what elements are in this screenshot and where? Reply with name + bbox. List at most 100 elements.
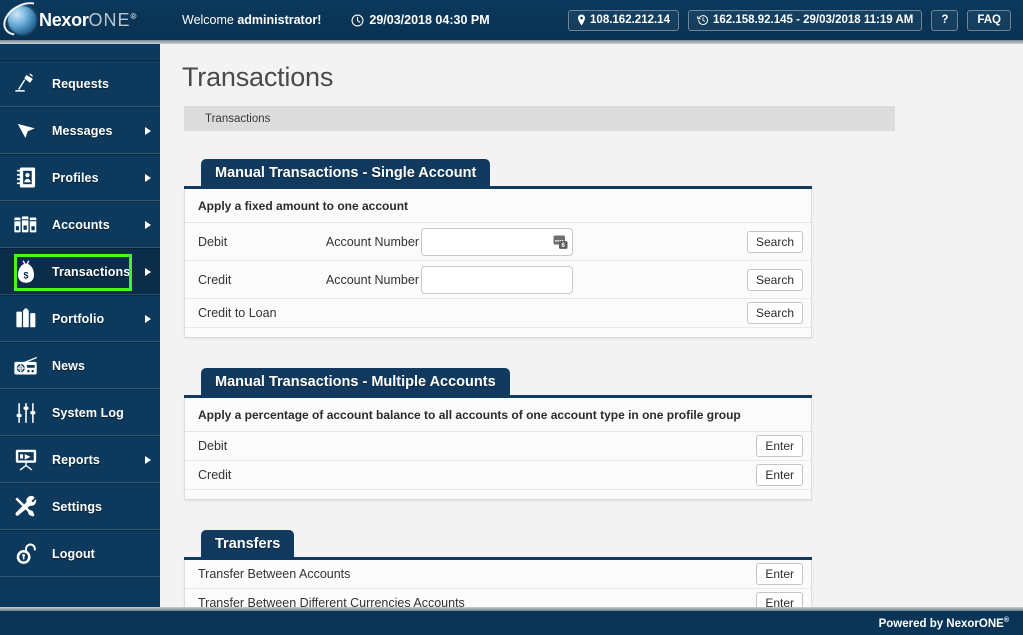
multiple-credit-enter-button[interactable]: Enter: [756, 464, 803, 486]
debit-account-number-wrap: 6: [421, 227, 573, 256]
presentation-icon: [0, 448, 52, 471]
chevron-right-icon: [145, 126, 151, 135]
money-bag-icon: $: [0, 260, 52, 284]
sidebar-navigation: Requests Messages Profiles Accounts $ Tr…: [0, 44, 160, 607]
sidebar-top-gap: [0, 44, 160, 60]
panel-tab-row: Transfers: [184, 530, 812, 557]
table-row: Debit Enter: [185, 432, 811, 461]
sidebar-item-news[interactable]: News: [0, 342, 160, 389]
panel-footer-strip: [185, 490, 811, 499]
panel-footer-strip: [185, 328, 811, 337]
credit-search-button[interactable]: Search: [746, 268, 803, 291]
row-label: Credit: [198, 468, 232, 482]
desk-lamp-icon: [0, 73, 52, 95]
panel-tab-title[interactable]: Manual Transactions - Multiple Accounts: [201, 368, 510, 395]
footer-registered-mark: ®: [1003, 616, 1009, 624]
top-header-bar: NexorONE® Welcome administrator! 29/03/2…: [0, 0, 1023, 40]
sidebar-item-label: Transactions: [52, 264, 131, 279]
datetime-text: 29/03/2018 04:30 PM: [369, 13, 490, 27]
header-status-group: 108.162.212.14 162.158.92.145 - 29/03/20…: [568, 9, 1023, 31]
current-ip-badge[interactable]: 108.162.212.14: [568, 9, 679, 31]
sidebar-item-messages[interactable]: Messages: [0, 107, 160, 154]
panel-caption: Apply a fixed amount to one account: [185, 189, 811, 223]
tools-icon: [0, 495, 52, 518]
sidebar-item-logout[interactable]: Logout: [0, 530, 160, 577]
footer-credit-text: Powered by NexorONE: [878, 617, 1004, 630]
sidebar-item-reports[interactable]: Reports: [0, 436, 160, 483]
radio-icon: [0, 356, 52, 376]
welcome-message: Welcome administrator!: [182, 13, 321, 27]
breadcrumb-item-transactions[interactable]: Transactions: [205, 113, 270, 125]
panel-tab-row: Manual Transactions - Single Account: [184, 159, 812, 186]
sidebar-item-label: Logout: [52, 546, 95, 561]
transfer-between-accounts-enter-button[interactable]: Enter: [756, 563, 803, 585]
sidebar-item-profiles[interactable]: Profiles: [0, 154, 160, 201]
field-label: Account Number: [325, 272, 419, 287]
clock-icon: [351, 14, 364, 27]
sidebar-item-label: Reports: [52, 452, 100, 467]
panel-body: Apply a percentage of account balance to…: [184, 398, 812, 500]
panel-tab-title[interactable]: Transfers: [201, 530, 295, 557]
table-row: Credit Enter: [185, 461, 811, 490]
row-label: Transfer Between Accounts: [198, 567, 351, 581]
sidebar-item-label: Settings: [52, 499, 103, 514]
sidebar-item-label: System Log: [52, 405, 124, 420]
application-window: NexorONE® Welcome administrator! 29/03/2…: [0, 0, 1023, 635]
table-row: Credit Account Number Search: [185, 261, 811, 299]
sidebar-item-accounts[interactable]: Accounts: [0, 201, 160, 248]
sidebar-item-settings[interactable]: Settings: [0, 483, 160, 530]
row-label: Transfer Between Different Currencies Ac…: [198, 596, 465, 607]
current-ip-text: 108.162.212.14: [590, 14, 670, 26]
credit-account-number-wrap: [421, 265, 573, 294]
transfer-different-currencies-enter-button[interactable]: Enter: [756, 592, 803, 607]
faq-button[interactable]: FAQ: [967, 9, 1011, 31]
footer-credit: Powered by NexorONE®: [879, 617, 1009, 630]
cursor-arrow-icon: [0, 120, 52, 142]
breadcrumb: Transactions: [184, 106, 895, 131]
nexorone-logo[interactable]: NexorONE®: [0, 0, 165, 40]
debit-account-number-input[interactable]: [421, 227, 573, 256]
panel-manual-transactions-single-account: Manual Transactions - Single Account App…: [184, 159, 812, 338]
sidebar-item-label: Messages: [52, 123, 113, 138]
last-login-text: 162.158.92.145 - 29/03/2018 11:19 AM: [712, 14, 914, 26]
row-label: Debit: [198, 439, 228, 453]
credit-to-loan-search-button[interactable]: Search: [746, 302, 803, 324]
unlock-icon: [0, 542, 52, 565]
row-label: Debit: [198, 234, 228, 249]
sidebar-item-transactions[interactable]: $ Transactions: [0, 248, 160, 295]
panel-caption: Apply a percentage of account balance to…: [185, 398, 811, 432]
credit-account-number-input[interactable]: [421, 265, 573, 294]
main-content-area: Transactions Transactions Manual Transac…: [160, 44, 1023, 607]
sidebar-item-label: Profiles: [52, 170, 99, 185]
multiple-debit-enter-button[interactable]: Enter: [756, 435, 803, 457]
welcome-prefix: Welcome: [182, 13, 238, 27]
sidebar-item-portfolio[interactable]: Portfolio: [0, 295, 160, 342]
location-pin-icon: [577, 14, 586, 26]
sliders-icon: [0, 402, 52, 424]
welcome-username: administrator!: [237, 13, 322, 27]
sidebar-item-label: Requests: [52, 76, 110, 91]
current-datetime: 29/03/2018 04:30 PM: [351, 13, 490, 27]
help-button[interactable]: ?: [931, 9, 959, 31]
field-label: Account Number: [325, 234, 419, 249]
debit-search-button[interactable]: Search: [746, 230, 803, 253]
binders-icon: [0, 214, 52, 235]
history-clock-icon: [697, 14, 709, 26]
logo-registered-mark: ®: [130, 11, 137, 21]
sidebar-item-label: News: [52, 358, 86, 373]
logo-name-bold: Nexor: [39, 9, 89, 30]
chevron-right-icon: [145, 173, 151, 182]
sidebar-item-requests[interactable]: Requests: [0, 60, 160, 107]
table-row: Transfer Between Accounts Enter: [185, 560, 811, 589]
address-book-icon: [0, 166, 52, 189]
sidebar-item-system-log[interactable]: System Log: [0, 389, 160, 436]
panel-body: Transfer Between Accounts Enter Transfer…: [184, 560, 812, 607]
chevron-right-icon: [145, 314, 151, 323]
table-row: Credit to Loan Search: [185, 299, 811, 328]
panel-tab-title[interactable]: Manual Transactions - Single Account: [201, 159, 491, 186]
table-row: Transfer Between Different Currencies Ac…: [185, 589, 811, 607]
briefcase-icon: [0, 308, 52, 330]
panel-manual-transactions-multiple-accounts: Manual Transactions - Multiple Accounts …: [184, 368, 812, 500]
last-login-badge[interactable]: 162.158.92.145 - 29/03/2018 11:19 AM: [687, 9, 923, 31]
chevron-right-icon: [145, 220, 151, 229]
